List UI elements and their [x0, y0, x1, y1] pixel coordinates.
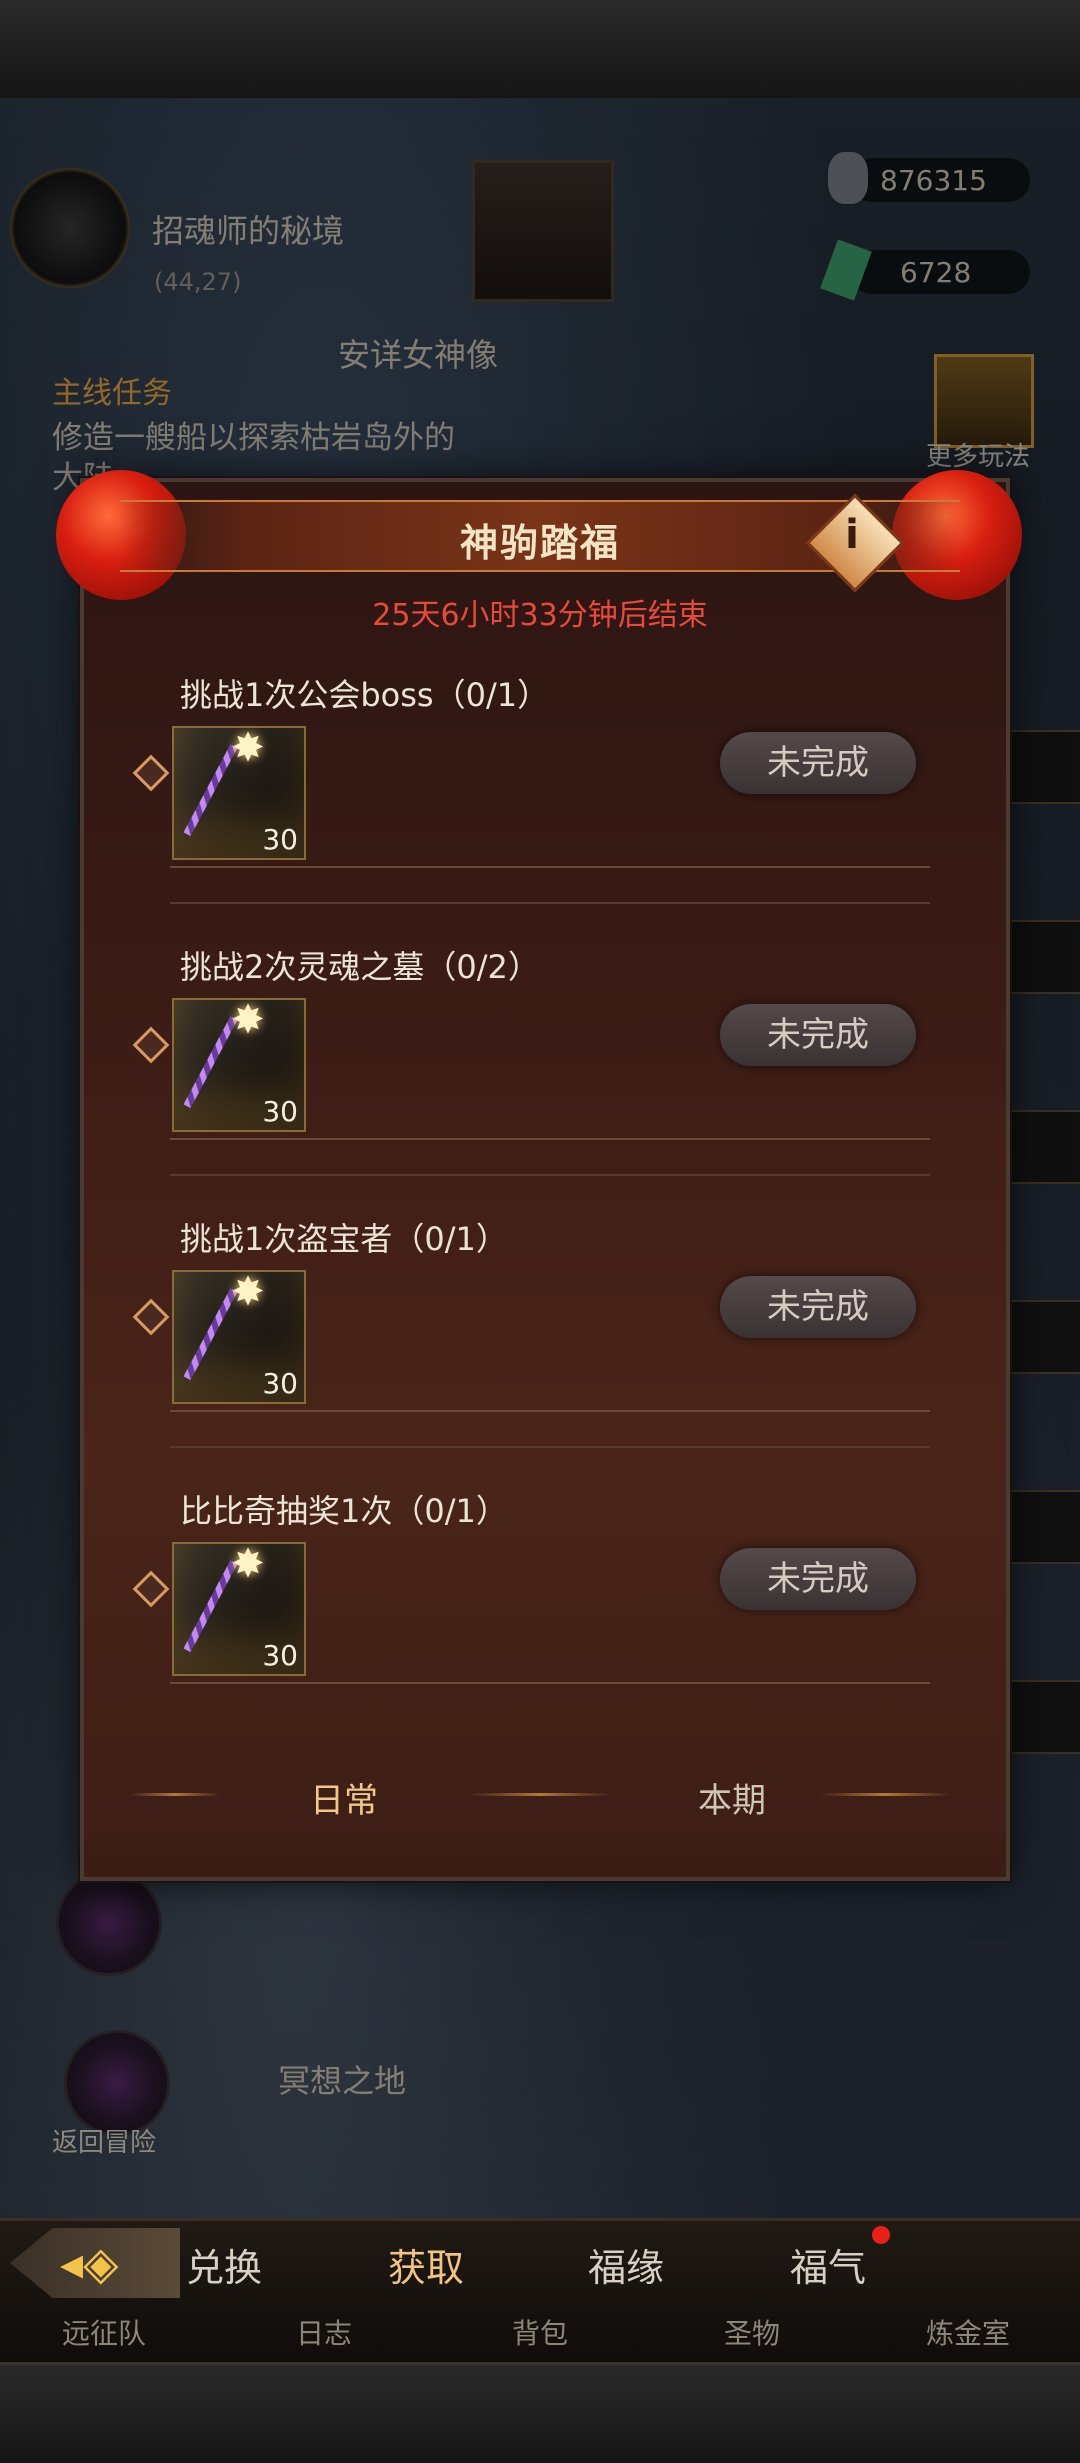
divider [170, 1410, 930, 1412]
tab-obtain[interactable]: 获取 [388, 2237, 464, 2292]
nav-backpack[interactable]: 背包 [512, 2312, 568, 2352]
reward-count: 30 [262, 1095, 298, 1128]
divider [170, 1682, 930, 1684]
dialog-tab-bar: 日常 本期 [130, 1765, 950, 1825]
reward-count: 30 [262, 823, 298, 856]
task-row: 挑战1次盗宝者（0/1） ✸ 30 未完成 [120, 1214, 960, 1474]
divider [170, 1174, 930, 1176]
dialog-title: 神驹踏福 [459, 521, 620, 565]
sparkler-reward-item[interactable]: ✸ 30 [172, 1542, 306, 1676]
nav-journal[interactable]: 日志 [296, 2312, 352, 2352]
sparkler-reward-item[interactable]: ✸ 30 [172, 726, 306, 860]
sparkler-reward-item[interactable]: ✸ 30 [172, 998, 306, 1132]
task-row: 挑战1次公会boss（0/1） ✸ 30 未完成 [120, 670, 960, 930]
tab-exchange[interactable]: 兑换 [186, 2237, 262, 2292]
divider [170, 1138, 930, 1140]
diamond-bullet-icon [132, 754, 170, 792]
tab-ornament-line [130, 1793, 220, 1796]
task-title: 挑战2次灵魂之墓（0/2） [180, 948, 540, 986]
bottom-frame [0, 2362, 1080, 2463]
tab-blessing[interactable]: 福气 [790, 2237, 866, 2292]
tab-current-period[interactable]: 本期 [698, 1773, 766, 1822]
task-title: 挑战1次盗宝者（0/1） [180, 1220, 508, 1258]
task-row: 挑战2次灵魂之墓（0/2） ✸ 30 未完成 [120, 942, 960, 1202]
spark-icon: ✸ [231, 725, 265, 771]
divider [170, 902, 930, 904]
notification-badge [872, 2226, 890, 2244]
tab-ornament-line [820, 1793, 950, 1796]
diamond-bullet-icon [132, 1298, 170, 1336]
task-row: 比比奇抽奖1次（0/1） ✸ 30 未完成 [120, 1486, 960, 1746]
task-status-button[interactable]: 未完成 [720, 1276, 916, 1338]
exchange-tab-bar: 兑换 获取 福缘 福气 [0, 2225, 1080, 2305]
tab-ornament-line [470, 1793, 610, 1796]
top-frame [0, 0, 1080, 101]
event-timer: 25天6小时33分钟后结束 [372, 598, 708, 633]
task-title: 挑战1次公会boss（0/1） [180, 676, 550, 714]
task-status-button[interactable]: 未完成 [720, 1548, 916, 1610]
nav-relic[interactable]: 圣物 [724, 2312, 780, 2352]
reward-count: 30 [262, 1639, 298, 1672]
divider [170, 1446, 930, 1448]
task-status-button[interactable]: 未完成 [720, 732, 916, 794]
divider [170, 866, 930, 868]
tab-daily[interactable]: 日常 [310, 1773, 378, 1822]
spark-icon: ✸ [231, 1269, 265, 1315]
tab-fortune-fate[interactable]: 福缘 [588, 2237, 664, 2292]
diamond-bullet-icon [132, 1570, 170, 1608]
task-title: 比比奇抽奖1次（0/1） [180, 1492, 508, 1530]
sparkler-reward-item[interactable]: ✸ 30 [172, 1270, 306, 1404]
diamond-bullet-icon [132, 1026, 170, 1064]
nav-expedition[interactable]: 远征队 [62, 2312, 146, 2352]
spark-icon: ✸ [231, 1541, 265, 1587]
info-icon: i [845, 512, 859, 558]
nav-alchemy[interactable]: 炼金室 [926, 2312, 1010, 2352]
task-status-button[interactable]: 未完成 [720, 1004, 916, 1066]
spark-icon: ✸ [231, 997, 265, 1043]
reward-count: 30 [262, 1367, 298, 1400]
